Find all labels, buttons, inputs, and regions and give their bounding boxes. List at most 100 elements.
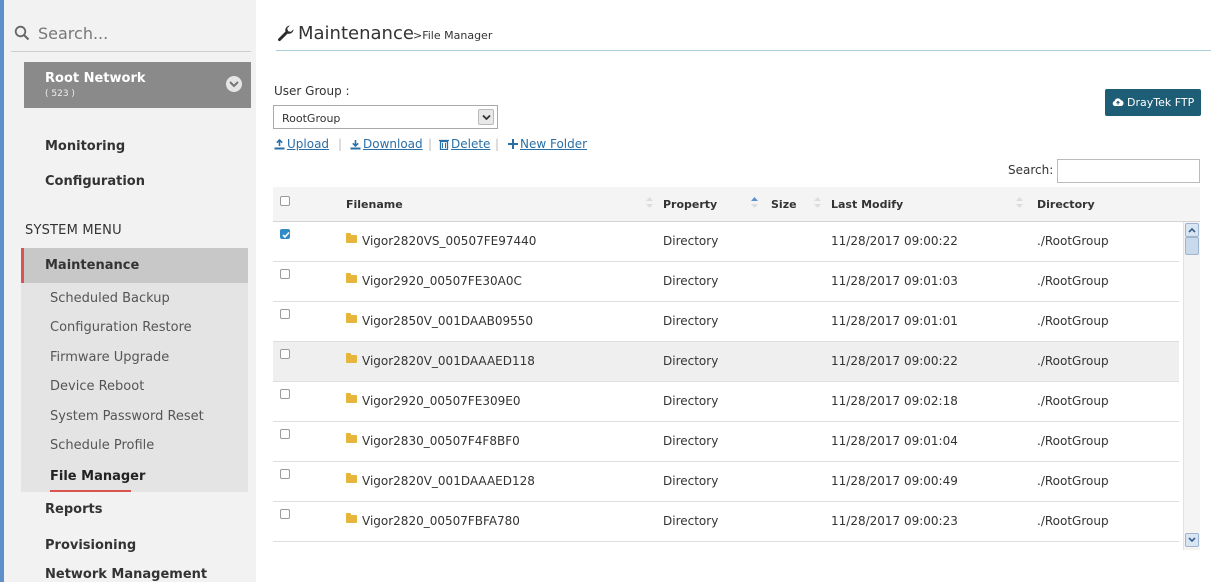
table-row[interactable]: Vigor2820_00507FBFA780 Directory 11/28/201… bbox=[273, 502, 1179, 542]
table-row[interactable]: Vigor2920_00507FE30A0C Directory 11/28/201… bbox=[273, 262, 1179, 302]
table-search-label: Search: bbox=[1008, 163, 1054, 177]
column-header-directory[interactable]: Directory bbox=[1037, 198, 1095, 211]
cell-filename[interactable]: Vigor2920_00507FE309E0 bbox=[362, 394, 521, 408]
cell-last-modify: 11/28/2017 09:02:18 bbox=[831, 394, 958, 408]
table-row[interactable]: Vigor2920_00507FE309E0 Directory 11/28/201… bbox=[273, 382, 1179, 422]
cell-directory: ./RootGroup bbox=[1037, 394, 1109, 408]
sidebar-item-maintenance-label: Maintenance bbox=[45, 258, 140, 273]
cell-directory: ./RootGroup bbox=[1037, 354, 1109, 368]
table-row[interactable]: Vigor2850V_001DAAB09550 Directory 11/28/20… bbox=[273, 302, 1179, 342]
scroll-down-button[interactable] bbox=[1185, 533, 1199, 547]
root-network-selector[interactable]: Root Network ( 523 ) bbox=[24, 62, 251, 108]
cell-property: Directory bbox=[663, 274, 719, 288]
column-header-filename[interactable]: Filename bbox=[346, 198, 403, 211]
cell-last-modify: 11/28/2017 09:00:22 bbox=[831, 354, 958, 368]
folder-icon bbox=[346, 233, 357, 243]
folder-icon bbox=[346, 473, 357, 483]
sidebar-subitem-file-manager[interactable]: File Manager bbox=[50, 469, 145, 484]
column-header-last-modify[interactable]: Last Modify bbox=[831, 198, 903, 211]
scroll-up-button[interactable] bbox=[1185, 223, 1199, 237]
folder-icon bbox=[346, 393, 357, 403]
row-checkbox[interactable] bbox=[280, 429, 290, 439]
upload-button[interactable]: Upload bbox=[287, 137, 329, 151]
cloud-icon bbox=[1112, 98, 1124, 106]
sidebar-item-provisioning[interactable]: Provisioning bbox=[45, 538, 136, 553]
sidebar-search[interactable]: Search... bbox=[11, 18, 251, 52]
row-checkbox[interactable] bbox=[280, 349, 290, 359]
upload-icon bbox=[274, 139, 285, 150]
new-folder-button[interactable]: New Folder bbox=[520, 137, 587, 151]
chevron-down-icon[interactable] bbox=[478, 109, 494, 125]
cell-property: Directory bbox=[663, 474, 719, 488]
table-row[interactable]: Vigor2820V_001DAAAED128 Directory 11/28/20… bbox=[273, 462, 1179, 502]
sort-icon bbox=[646, 197, 653, 208]
sidebar-item-configuration[interactable]: Configuration bbox=[45, 174, 145, 189]
download-icon bbox=[350, 140, 361, 150]
cell-filename[interactable]: Vigor2820VS_00507FE97440 bbox=[362, 234, 536, 248]
chevron-down-icon[interactable] bbox=[226, 76, 242, 92]
sidebar-subitem-device-reboot[interactable]: Device Reboot bbox=[50, 379, 144, 394]
select-all-checkbox[interactable] bbox=[280, 196, 290, 206]
cell-directory: ./RootGroup bbox=[1037, 514, 1109, 528]
table-row[interactable]: Vigor2820V_001DAAAED118 Directory 11/28/20… bbox=[273, 342, 1179, 382]
page-header: Maintenance >File Manager bbox=[276, 18, 1211, 51]
cell-property: Directory bbox=[663, 314, 719, 328]
cell-filename[interactable]: Vigor2820_00507FBFA780 bbox=[362, 514, 520, 528]
column-header-size[interactable]: Size bbox=[771, 198, 797, 211]
cell-directory: ./RootGroup bbox=[1037, 274, 1109, 288]
cell-filename[interactable]: Vigor2920_00507FE30A0C bbox=[362, 274, 522, 288]
system-menu-heading: SYSTEM MENU bbox=[25, 223, 122, 238]
cell-last-modify: 11/28/2017 09:00:22 bbox=[831, 234, 958, 248]
folder-icon bbox=[346, 273, 357, 283]
row-checkbox[interactable] bbox=[280, 229, 290, 239]
delete-button[interactable]: Delete bbox=[451, 137, 490, 151]
cell-property: Directory bbox=[663, 234, 719, 248]
table-row[interactable]: Vigor2820VS_00507FE97440 Directory 11/28/2… bbox=[273, 222, 1179, 262]
cell-directory: ./RootGroup bbox=[1037, 234, 1109, 248]
cell-last-modify: 11/28/2017 09:00:49 bbox=[831, 474, 958, 488]
file-table: Filename Property Size Last Modify Direc… bbox=[273, 187, 1200, 550]
toolbar-separator: | bbox=[338, 137, 343, 151]
draytek-ftp-button[interactable]: DrayTek FTP bbox=[1105, 89, 1201, 116]
cell-property: Directory bbox=[663, 514, 719, 528]
sidebar-subitem-system-password-reset[interactable]: System Password Reset bbox=[50, 409, 204, 424]
sidebar-item-network-management[interactable]: Network Management bbox=[45, 567, 207, 582]
table-row[interactable]: Vigor2830_00507F4F8BF0 Directory 11/28/201… bbox=[273, 422, 1179, 462]
active-item-underline bbox=[50, 490, 131, 492]
cell-filename[interactable]: Vigor2850V_001DAAB09550 bbox=[362, 314, 533, 328]
cell-filename[interactable]: Vigor2830_00507F4F8BF0 bbox=[362, 434, 520, 448]
wrench-icon bbox=[278, 25, 294, 42]
sidebar-subitem-scheduled-backup[interactable]: Scheduled Backup bbox=[50, 291, 170, 306]
sidebar-search-placeholder[interactable]: Search... bbox=[38, 24, 108, 43]
sidebar-subitem-configuration-restore[interactable]: Configuration Restore bbox=[50, 320, 192, 335]
column-header-property[interactable]: Property bbox=[663, 198, 717, 211]
trash-icon bbox=[439, 139, 449, 150]
user-group-selected-value: RootGroup bbox=[282, 112, 341, 125]
cell-last-modify: 11/28/2017 09:01:04 bbox=[831, 434, 958, 448]
row-checkbox[interactable] bbox=[280, 309, 290, 319]
row-checkbox[interactable] bbox=[280, 509, 290, 519]
sidebar: Search... Root Network ( 523 ) Monitorin… bbox=[0, 0, 256, 582]
plus-icon bbox=[508, 139, 518, 149]
cell-directory: ./RootGroup bbox=[1037, 314, 1109, 328]
user-group-select[interactable]: RootGroup bbox=[273, 105, 498, 129]
breadcrumb: >File Manager bbox=[413, 29, 493, 42]
row-checkbox[interactable] bbox=[280, 269, 290, 279]
cell-filename[interactable]: Vigor2820V_001DAAAED118 bbox=[362, 354, 535, 368]
table-search-input[interactable] bbox=[1057, 159, 1200, 183]
sidebar-item-maintenance[interactable]: Maintenance bbox=[21, 248, 248, 283]
cell-directory: ./RootGroup bbox=[1037, 474, 1109, 488]
cell-property: Directory bbox=[663, 394, 719, 408]
sidebar-item-monitoring[interactable]: Monitoring bbox=[45, 139, 125, 154]
row-checkbox[interactable] bbox=[280, 469, 290, 479]
row-checkbox[interactable] bbox=[280, 389, 290, 399]
cell-filename[interactable]: Vigor2820V_001DAAAED128 bbox=[362, 474, 535, 488]
download-button[interactable]: Download bbox=[363, 137, 423, 151]
cell-property: Directory bbox=[663, 354, 719, 368]
sidebar-subitem-schedule-profile[interactable]: Schedule Profile bbox=[50, 438, 154, 453]
sidebar-item-reports[interactable]: Reports bbox=[45, 502, 102, 517]
table-scrollbar[interactable] bbox=[1183, 222, 1200, 550]
sidebar-subitem-firmware-upgrade[interactable]: Firmware Upgrade bbox=[50, 350, 169, 365]
scrollbar-thumb[interactable] bbox=[1185, 237, 1199, 255]
root-network-title: Root Network bbox=[45, 71, 146, 86]
